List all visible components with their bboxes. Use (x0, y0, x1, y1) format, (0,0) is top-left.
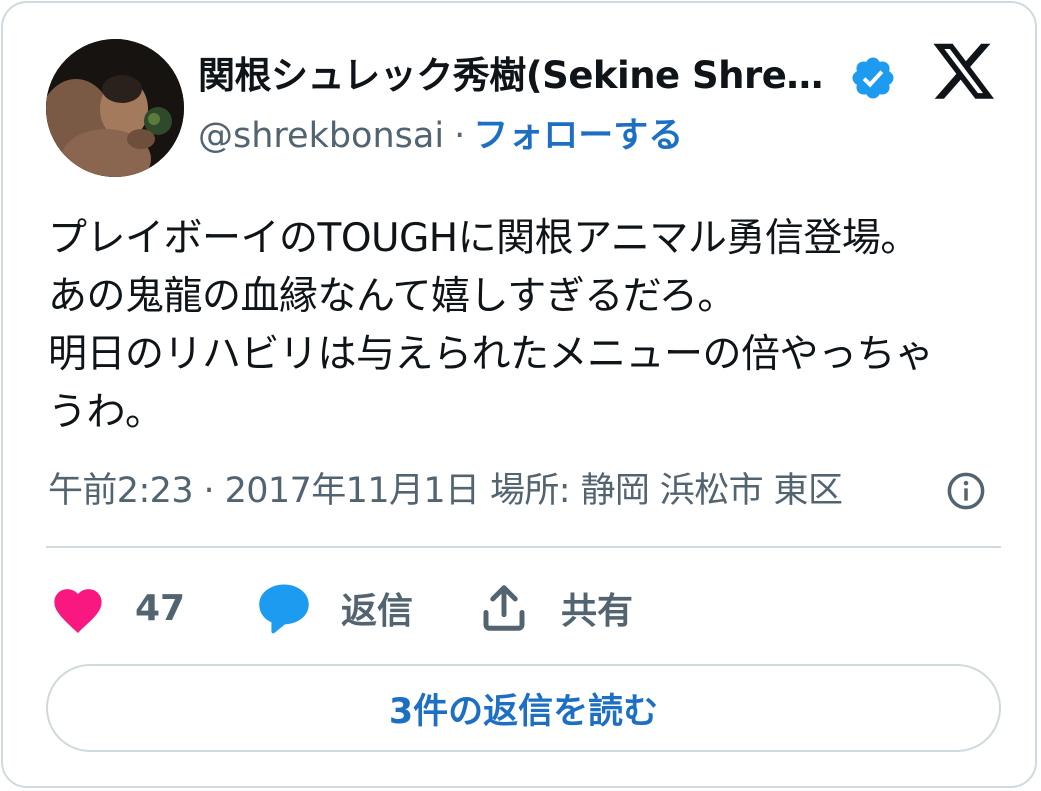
share-label: 共有 (561, 591, 634, 632)
read-replies-button[interactable]: 3件の返信を読む (46, 664, 1001, 752)
tweet-line: プレイボーイのTOUGHに関根アニマル勇信登場。 (48, 216, 919, 261)
verified-badge-icon (852, 57, 894, 99)
like-count: 47 (135, 587, 186, 629)
tweet-timestamp-location[interactable]: 午前2:23 · 2017年11月1日 場所: 静岡 浜松市 東区 (48, 465, 948, 517)
share-button[interactable]: 共有 (477, 578, 633, 638)
reply-button[interactable]: 返信 (255, 578, 413, 638)
avatar[interactable] (46, 39, 184, 177)
tweet-line: 明日のリハビリは与えられたメニューの倍やっちゃ (48, 332, 934, 377)
x-logo-icon[interactable] (931, 43, 997, 105)
separator-dot: · (454, 116, 466, 156)
reply-label: 返信 (341, 591, 414, 632)
user-handle[interactable]: @shrekbonsai (198, 116, 444, 156)
follow-link[interactable]: フォローする (473, 116, 683, 156)
tweet-card: 関根シュレック秀樹(Sekine Shre… @shrekbonsai · フォロー… (1, 1, 1037, 788)
like-button[interactable]: 47 (49, 578, 185, 638)
tweet-line: うわ。 (48, 390, 164, 435)
info-icon[interactable] (945, 470, 987, 512)
display-name[interactable]: 関根シュレック秀樹(Sekine Shre… (198, 50, 838, 102)
tweet-line: あの鬼龍の血縁なんて嬉しすぎるだろ。 (48, 274, 736, 319)
tweet-text: プレイボーイのTOUGHに関根アニマル勇信登場。 あの鬼龍の血縁なんて嬉しすぎる… (48, 210, 998, 442)
handle-row: @shrekbonsai · フォローする (198, 111, 683, 161)
share-icon (483, 585, 525, 631)
heart-icon (54, 589, 102, 634)
speech-bubble-icon (259, 584, 309, 634)
divider (46, 546, 1001, 548)
